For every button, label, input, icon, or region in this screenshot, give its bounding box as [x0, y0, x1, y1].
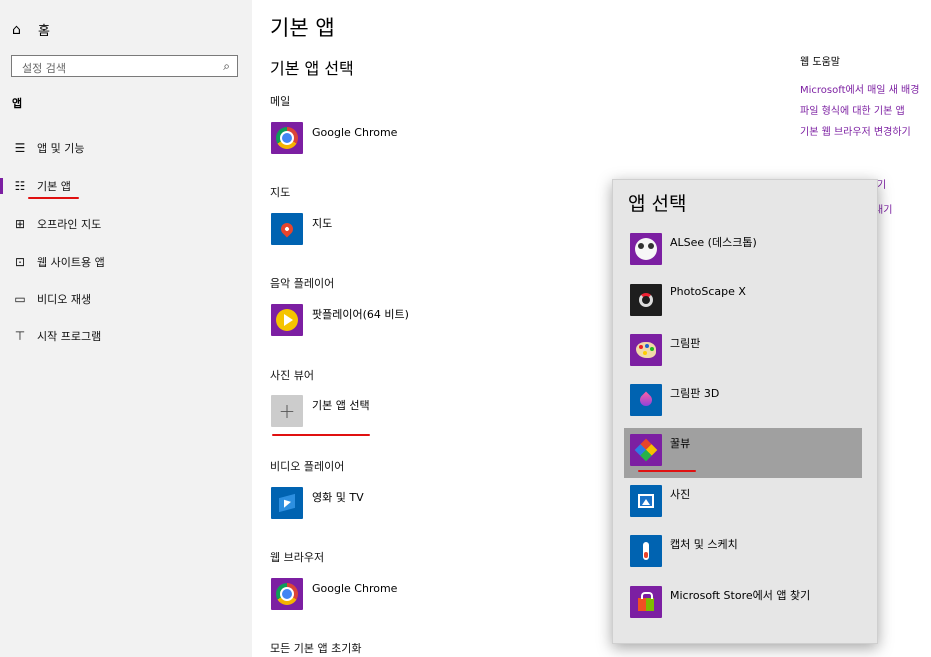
flyout-item-label: 꿀뷰: [670, 437, 691, 450]
sidebar: ⌂ 홈 설정 검색 ⌕ 앱 ☰ 앱 및 기능 ☷ 기본 앱 ⊞ 오프라인 지도 …: [0, 0, 252, 657]
page-title: 기본 앱: [270, 16, 335, 40]
active-indicator: [0, 178, 3, 194]
default-app-button-photo-viewer[interactable]: + 기본 앱 선택: [271, 395, 370, 427]
category-label: 웹 브라우저: [270, 551, 325, 564]
app-name: Google Chrome: [312, 581, 398, 595]
flyout-item-label: ALSee (데스크톱): [670, 236, 757, 249]
snip-sketch-icon: [630, 535, 662, 567]
app-name: 기본 앱 선택: [312, 399, 370, 412]
sidebar-item-website-apps[interactable]: ⊡ 웹 사이트용 앱: [12, 251, 105, 273]
flyout-item-store[interactable]: Microsoft Store에서 앱 찾기: [624, 580, 862, 630]
maps-icon: [271, 213, 303, 245]
flyout-item-paint3d[interactable]: 그림판 3D: [624, 378, 862, 428]
choose-app-flyout: 앱 선택 ALSee (데스크톱) PhotoScape X 그림판 그림판 3…: [612, 179, 878, 644]
flyout-item-label: 그림판 3D: [670, 387, 720, 400]
default-apps-icon: ☷: [14, 179, 26, 193]
photos-icon: [630, 485, 662, 517]
search-icon[interactable]: ⌕: [223, 59, 230, 74]
help-link[interactable]: 기본 웹 브라우저 변경하기: [800, 123, 911, 138]
annotation-underline: [28, 197, 79, 199]
apps-list-icon: ☰: [14, 141, 26, 155]
flyout-item-photos[interactable]: 사진: [624, 479, 862, 529]
annotation-underline: [638, 470, 696, 472]
store-icon: [630, 586, 662, 618]
sidebar-item-startup[interactable]: ⊤ 시작 프로그램: [12, 325, 101, 347]
home-icon: ⌂: [12, 21, 21, 38]
home-label: 홈: [38, 24, 50, 39]
annotation-underline: [272, 434, 370, 436]
section-label-apps: 앱: [12, 97, 23, 110]
flyout-title: 앱 선택: [628, 193, 687, 215]
movies-tv-icon: [271, 487, 303, 519]
help-link[interactable]: Microsoft에서 매일 새 배경: [800, 81, 919, 96]
category-label: 비디오 플레이어: [270, 460, 345, 473]
honeyview-icon: [630, 434, 662, 466]
video-icon: ▭: [14, 292, 26, 306]
search-placeholder: 설정 검색: [22, 62, 66, 75]
category-label: 지도: [270, 186, 291, 199]
help-heading: 웹 도움말: [800, 57, 840, 68]
app-name: 지도: [312, 217, 333, 230]
website-app-icon: ⊡: [14, 255, 26, 269]
flyout-item-label: 그림판: [670, 337, 701, 350]
alsee-icon: [630, 233, 662, 265]
search-input[interactable]: 설정 검색 ⌕: [11, 55, 238, 77]
sidebar-item-offline-maps[interactable]: ⊞ 오프라인 지도: [12, 213, 101, 235]
chrome-icon: [271, 122, 303, 154]
category-label: 사진 뷰어: [270, 369, 314, 382]
flyout-item-paint[interactable]: 그림판: [624, 328, 862, 378]
sidebar-item-label: 기본 앱: [37, 180, 71, 193]
reset-label: 모든 기본 앱 초기화: [270, 642, 362, 655]
photoscape-icon: [630, 284, 662, 316]
sidebar-item-video-playback[interactable]: ▭ 비디오 재생: [12, 288, 91, 310]
flyout-item-label: PhotoScape X: [670, 285, 746, 298]
app-name: 영화 및 TV: [312, 491, 364, 504]
sidebar-item-apps-features[interactable]: ☰ 앱 및 기능: [12, 137, 85, 159]
default-app-button-music[interactable]: 팟플레이어(64 비트): [271, 304, 409, 336]
category-label: 메일: [270, 95, 291, 108]
potplayer-icon: [271, 304, 303, 336]
sidebar-item-label: 비디오 재생: [37, 293, 92, 306]
default-app-button-maps[interactable]: 지도: [271, 213, 332, 245]
help-link[interactable]: 기: [877, 176, 886, 191]
flyout-item-honeyview[interactable]: 꿀뷰: [624, 428, 862, 478]
flyout-item-snip-sketch[interactable]: 캡처 및 스케치: [624, 529, 862, 579]
app-name: 팟플레이어(64 비트): [312, 308, 409, 321]
map-icon: ⊞: [14, 217, 26, 231]
category-label: 음악 플레이어: [270, 277, 335, 290]
chrome-icon: [271, 578, 303, 610]
flyout-item-photoscape[interactable]: PhotoScape X: [624, 278, 862, 328]
sidebar-item-label: 앱 및 기능: [37, 142, 85, 155]
help-link[interactable]: 파일 형식에 대한 기본 앱: [800, 102, 905, 117]
paint-icon: [630, 334, 662, 366]
flyout-item-label: Microsoft Store에서 앱 찾기: [670, 589, 811, 602]
default-app-button-mail[interactable]: Google Chrome: [271, 122, 397, 154]
flyout-item-label: 캡처 및 스케치: [670, 538, 738, 551]
home-link[interactable]: ⌂ 홈: [12, 20, 50, 40]
paint3d-icon: [630, 384, 662, 416]
default-app-button-video[interactable]: 영화 및 TV: [271, 487, 364, 519]
sidebar-item-label: 웹 사이트용 앱: [37, 256, 105, 269]
startup-icon: ⊤: [14, 329, 26, 343]
sidebar-item-label: 오프라인 지도: [37, 218, 102, 231]
flyout-item-label: 사진: [670, 488, 691, 501]
section-subtitle: 기본 앱 선택: [270, 59, 354, 78]
app-name: Google Chrome: [312, 125, 398, 139]
sidebar-item-label: 시작 프로그램: [37, 330, 102, 343]
flyout-item-alsee[interactable]: ALSee (데스크톱): [624, 227, 862, 277]
plus-icon: +: [271, 395, 303, 427]
default-app-button-browser[interactable]: Google Chrome: [271, 578, 397, 610]
sidebar-item-default-apps[interactable]: ☷ 기본 앱: [12, 175, 71, 197]
